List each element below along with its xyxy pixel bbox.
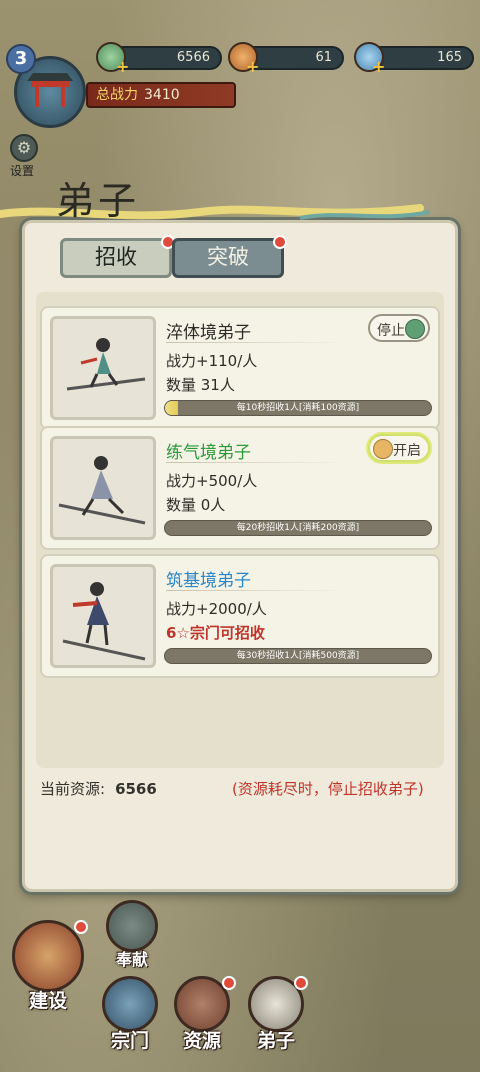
recruit-progress-bar: 每10秒招收1人[消耗100资源] bbox=[164, 400, 432, 416]
toggle-knob bbox=[405, 319, 425, 339]
notification-dot bbox=[273, 235, 287, 249]
recruit-rate-text: 每20秒招收1人[消耗200资源] bbox=[236, 523, 360, 533]
recruit-rate-text: 每30秒招收1人[消耗500资源] bbox=[236, 651, 360, 661]
settings-label: 设置 bbox=[10, 164, 35, 178]
disciple-name: 淬体境弟子 bbox=[166, 323, 251, 343]
settings-button[interactable]: ⚙ bbox=[10, 134, 38, 162]
disciple-power: 战力+500/人 bbox=[166, 472, 258, 490]
divider bbox=[166, 342, 346, 343]
swordsman-figure-icon bbox=[62, 582, 146, 661]
divider bbox=[166, 590, 346, 591]
total-power-value: 3410 bbox=[144, 87, 180, 103]
add-jade-icon[interactable]: + bbox=[116, 59, 130, 75]
disciple-portrait bbox=[50, 564, 156, 668]
nav-offering-label: 奉献 bbox=[115, 950, 148, 969]
disciple-card-tier1: 淬体境弟子 战力+110/人 数量 31人 停止 每10秒招收1人[消耗100资… bbox=[40, 306, 440, 430]
add-crystal-icon[interactable]: + bbox=[372, 59, 386, 75]
toggle-label: 开启 bbox=[393, 443, 421, 459]
build-icon bbox=[12, 920, 84, 992]
disciple-portrait bbox=[50, 316, 156, 420]
toggle-knob bbox=[373, 439, 393, 459]
bottom-nav: 奉献 建设 宗门 资源 弟子 bbox=[0, 900, 480, 1072]
tab-breakthrough-label: 突破 bbox=[207, 245, 249, 269]
total-power-label: 总战力 bbox=[96, 87, 138, 103]
sect-icon bbox=[102, 976, 158, 1032]
resource-warning: (资源耗尽时，停止招收弟子) bbox=[232, 780, 424, 798]
tab-recruit[interactable]: 招收 bbox=[60, 235, 175, 278]
nav-build[interactable]: 建设 bbox=[8, 920, 88, 1013]
divider bbox=[166, 462, 346, 463]
recruit-progress-bar: 每30秒招收1人[消耗500资源] bbox=[164, 648, 432, 664]
recruit-rate-text: 每10秒招收1人[消耗100资源] bbox=[236, 403, 360, 413]
current-resource: 当前资源: 6566 bbox=[40, 778, 157, 799]
level-badge: 3 bbox=[6, 44, 36, 74]
gear-icon: ⚙ bbox=[16, 138, 32, 157]
tab-recruit-label: 招收 bbox=[95, 245, 137, 269]
disciple-portrait bbox=[50, 436, 156, 540]
notification-dot bbox=[222, 976, 236, 990]
nav-resource-label: 资源 bbox=[182, 1030, 221, 1052]
heart-icon bbox=[106, 900, 158, 952]
disciple-card-tier3: 筑基境弟子 战力+2000/人 6☆宗门可招收 每30秒招收1人[消耗500资源… bbox=[40, 554, 440, 678]
notification-dot bbox=[74, 920, 88, 934]
recruit-progress-bar: 每20秒招收1人[消耗200资源] bbox=[164, 520, 432, 536]
nav-offering[interactable]: 奉献 bbox=[100, 900, 164, 970]
nav-sect-label: 宗门 bbox=[110, 1030, 149, 1052]
current-resource-value: 6566 bbox=[115, 780, 157, 798]
nav-disciple-label: 弟子 bbox=[256, 1030, 295, 1052]
top-bar: 3 6566 + 61 + 165 + 总战力 3410 bbox=[0, 0, 480, 130]
nav-sect[interactable]: 宗门 bbox=[98, 976, 162, 1053]
toggle-label: 停止 bbox=[377, 323, 405, 339]
page-title: 弟子 bbox=[56, 179, 141, 223]
disciple-card-tier2: 练气境弟子 战力+500/人 数量 0人 开启 每20秒招收1人[消耗200资源… bbox=[40, 426, 440, 550]
nav-build-label: 建设 bbox=[28, 990, 67, 1012]
tab-breakthrough[interactable]: 突破 bbox=[172, 235, 287, 278]
disciple-name: 筑基境弟子 bbox=[166, 571, 251, 591]
disciple-power: 战力+2000/人 bbox=[166, 600, 267, 618]
current-resource-label: 当前资源: bbox=[40, 780, 106, 798]
disciple-count: 数量 31人 bbox=[166, 376, 235, 394]
add-gourd-icon[interactable]: + bbox=[246, 59, 260, 75]
recruit-toggle[interactable]: 开启 bbox=[368, 434, 430, 462]
unlock-requirement: 6☆宗门可招收 bbox=[166, 624, 265, 642]
total-power: 总战力 3410 bbox=[86, 82, 236, 108]
recruit-toggle[interactable]: 停止 bbox=[368, 314, 430, 342]
disciple-count: 数量 0人 bbox=[166, 496, 226, 514]
swordsman-figure-icon bbox=[66, 338, 146, 391]
disciple-name: 练气境弟子 bbox=[166, 443, 251, 463]
notification-dot bbox=[294, 976, 308, 990]
disciple-power: 战力+110/人 bbox=[166, 352, 258, 370]
swordsman-figure-icon bbox=[58, 456, 146, 525]
